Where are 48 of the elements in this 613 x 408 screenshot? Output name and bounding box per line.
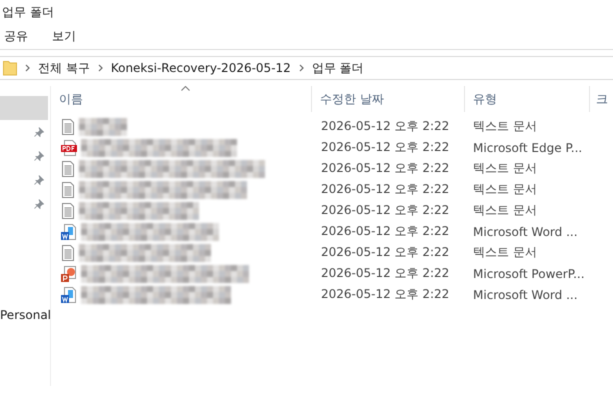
type-cell-text: 텍스트 문서 <box>472 118 538 135</box>
ribbon-tab[interactable]: 보기 <box>50 28 78 45</box>
date-cell-text: 2026-05-12 오후 2:22 <box>320 223 450 240</box>
column-header[interactable]: 유형 <box>473 90 497 108</box>
type-cell-text: Microsoft Edge P... <box>472 140 584 154</box>
pin-icon <box>34 151 44 161</box>
sort-caret-icon <box>181 86 190 91</box>
word-file-icon <box>61 286 77 302</box>
pin-icon <box>34 199 44 209</box>
type-cell-text: Microsoft Word ... <box>472 224 579 238</box>
column-header[interactable]: 이름 <box>59 90 83 108</box>
pin-icon <box>34 175 44 185</box>
text-file-icon <box>61 118 75 134</box>
chevron-icon <box>98 64 103 72</box>
powerpoint-file-icon <box>61 266 77 282</box>
text-file-icon <box>61 202 75 218</box>
type-cell-text: 텍스트 문서 <box>472 202 538 219</box>
chevron-icon <box>298 64 304 72</box>
date-cell-text: 2026-05-12 오후 2:22 <box>320 286 450 303</box>
type-cell-text: 텍스트 문서 <box>472 244 538 261</box>
word-file-icon <box>61 224 77 240</box>
breadcrumb-item[interactable]: Koneksi-Recovery-2026-05-12 <box>110 61 291 75</box>
type-cell-text: 텍스트 문서 <box>472 181 538 198</box>
text-file-icon <box>61 244 75 260</box>
pdf-file-icon <box>61 140 77 156</box>
folder-icon <box>3 60 17 76</box>
address-bar[interactable]: 전체 복구 Koneksi-Recovery-2026-05-12 업무 폴더 <box>0 56 613 80</box>
date-cell-text: 2026-05-12 오후 2:22 <box>320 139 450 156</box>
date-cell-text: 2026-05-12 오후 2:22 <box>320 118 450 135</box>
date-cell-text: 2026-05-12 오후 2:22 <box>320 265 450 282</box>
date-cell-text: 2026-05-12 오후 2:22 <box>320 160 450 177</box>
type-cell-text: Microsoft Word ... <box>472 288 579 302</box>
date-cell-text: 2026-05-12 오후 2:22 <box>320 181 450 198</box>
ribbon-tab[interactable]: 공유 <box>2 28 30 45</box>
text-file-icon <box>61 182 75 198</box>
nav-item[interactable]: Personal <box>0 308 50 322</box>
pin-icon <box>34 127 44 137</box>
breadcrumb-item[interactable]: 전체 복구 <box>38 60 90 76</box>
date-cell-text: 2026-05-12 오후 2:22 <box>320 244 450 261</box>
type-cell-text: 텍스트 문서 <box>472 160 538 177</box>
column-header[interactable]: 크 <box>596 90 608 108</box>
column-header[interactable]: 수정한 날짜 <box>320 90 384 108</box>
text-file-icon <box>61 160 75 176</box>
date-cell-text: 2026-05-12 오후 2:22 <box>320 202 450 219</box>
breadcrumb-item[interactable]: 업무 폴더 <box>312 60 364 76</box>
type-cell-text: Microsoft PowerP... <box>472 266 586 280</box>
chevron-icon <box>25 64 30 72</box>
window-title: 업무 폴더 <box>1 4 55 21</box>
